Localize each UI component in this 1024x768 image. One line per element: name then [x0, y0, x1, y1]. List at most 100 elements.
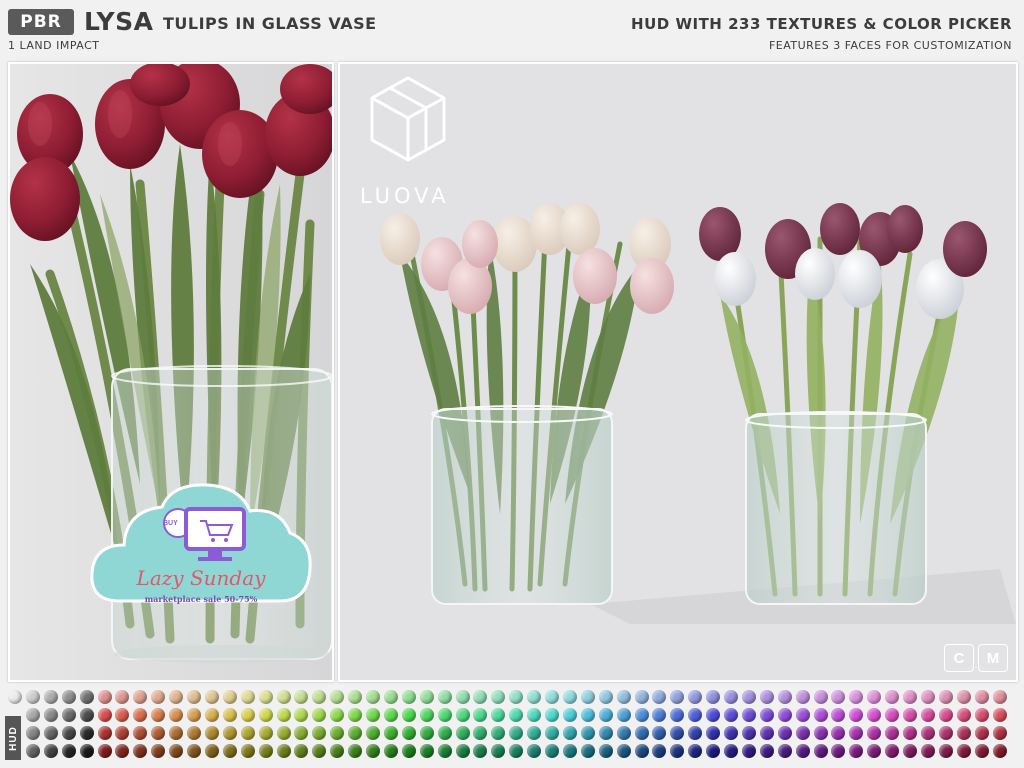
- color-swatch[interactable]: [491, 690, 506, 704]
- color-swatch[interactable]: [187, 726, 201, 740]
- color-swatch[interactable]: [867, 726, 882, 740]
- color-swatch[interactable]: [115, 726, 130, 740]
- color-swatch[interactable]: [903, 726, 917, 740]
- color-swatch[interactable]: [813, 690, 828, 704]
- color-swatch[interactable]: [330, 744, 345, 758]
- color-swatch[interactable]: [670, 726, 685, 740]
- color-swatch[interactable]: [258, 744, 273, 758]
- color-swatch[interactable]: [759, 708, 774, 722]
- color-swatch[interactable]: [759, 726, 774, 740]
- color-swatch[interactable]: [795, 726, 810, 740]
- color-swatch[interactable]: [187, 708, 201, 722]
- color-swatch[interactable]: [294, 690, 309, 704]
- color-swatch[interactable]: [634, 708, 649, 722]
- color-swatch[interactable]: [956, 726, 971, 740]
- color-swatch[interactable]: [133, 708, 148, 722]
- color-swatch[interactable]: [652, 690, 667, 704]
- color-swatch[interactable]: [849, 708, 864, 722]
- color-swatch[interactable]: [652, 744, 667, 758]
- color-swatch[interactable]: [634, 726, 649, 740]
- color-swatch[interactable]: [258, 726, 273, 740]
- color-swatch[interactable]: [706, 744, 721, 758]
- color-swatch[interactable]: [115, 744, 130, 758]
- color-swatch[interactable]: [61, 708, 76, 722]
- color-swatch[interactable]: [258, 690, 273, 704]
- color-swatch[interactable]: [634, 744, 649, 758]
- color-swatch[interactable]: [204, 744, 219, 758]
- color-swatch[interactable]: [473, 726, 488, 740]
- color-swatch[interactable]: [527, 690, 542, 704]
- color-swatch[interactable]: [204, 708, 219, 722]
- color-swatch[interactable]: [598, 726, 613, 740]
- color-swatch[interactable]: [169, 744, 184, 758]
- color-swatch[interactable]: [294, 726, 309, 740]
- color-swatch[interactable]: [509, 708, 524, 722]
- color-swatch[interactable]: [419, 726, 434, 740]
- color-swatch[interactable]: [598, 708, 613, 722]
- color-swatch[interactable]: [688, 726, 703, 740]
- color-swatch[interactable]: [491, 726, 506, 740]
- color-swatch[interactable]: [688, 690, 703, 704]
- color-swatch[interactable]: [491, 708, 506, 722]
- color-swatch[interactable]: [79, 744, 94, 758]
- color-swatch[interactable]: [151, 744, 166, 758]
- color-swatch[interactable]: [903, 708, 917, 722]
- color-swatch[interactable]: [419, 690, 434, 704]
- color-swatch[interactable]: [527, 744, 542, 758]
- color-swatch[interactable]: [616, 690, 631, 704]
- color-swatch[interactable]: [276, 726, 291, 740]
- color-swatch[interactable]: [885, 690, 900, 704]
- color-swatch[interactable]: [25, 690, 40, 704]
- color-swatch[interactable]: [419, 744, 434, 758]
- color-swatch[interactable]: [974, 708, 989, 722]
- color-swatch[interactable]: [831, 726, 846, 740]
- color-swatch[interactable]: [527, 708, 542, 722]
- color-swatch[interactable]: [616, 708, 631, 722]
- color-swatch[interactable]: [473, 708, 488, 722]
- color-swatch[interactable]: [545, 708, 559, 722]
- color-swatch[interactable]: [938, 744, 953, 758]
- color-swatch[interactable]: [938, 690, 953, 704]
- color-swatch[interactable]: [974, 726, 989, 740]
- color-swatch[interactable]: [974, 744, 989, 758]
- color-swatch[interactable]: [831, 690, 846, 704]
- color-swatch[interactable]: [670, 708, 685, 722]
- color-swatch[interactable]: [455, 708, 470, 722]
- color-swatch[interactable]: [204, 726, 219, 740]
- color-swatch[interactable]: [670, 744, 685, 758]
- color-swatch[interactable]: [240, 744, 255, 758]
- color-swatch[interactable]: [759, 744, 774, 758]
- color-swatch[interactable]: [43, 726, 58, 740]
- color-swatch[interactable]: [616, 744, 631, 758]
- color-swatch[interactable]: [348, 744, 363, 758]
- color-swatch[interactable]: [330, 690, 345, 704]
- color-swatch[interactable]: [938, 726, 953, 740]
- color-swatch[interactable]: [920, 690, 935, 704]
- color-swatch[interactable]: [509, 726, 524, 740]
- color-swatch[interactable]: [974, 690, 989, 704]
- color-swatch[interactable]: [759, 690, 774, 704]
- color-swatch[interactable]: [79, 690, 94, 704]
- color-swatch[interactable]: [992, 708, 1007, 722]
- color-swatch[interactable]: [187, 690, 201, 704]
- color-swatch[interactable]: [777, 690, 792, 704]
- color-swatch[interactable]: [240, 690, 255, 704]
- color-swatch[interactable]: [920, 726, 935, 740]
- color-swatch[interactable]: [580, 726, 595, 740]
- color-swatch[interactable]: [61, 744, 76, 758]
- color-swatch[interactable]: [437, 690, 452, 704]
- color-swatch[interactable]: [706, 726, 721, 740]
- color-swatch[interactable]: [240, 708, 255, 722]
- color-swatch[interactable]: [562, 690, 577, 704]
- color-swatch[interactable]: [276, 744, 291, 758]
- color-swatch[interactable]: [61, 726, 76, 740]
- color-swatch[interactable]: [545, 690, 559, 704]
- color-swatch[interactable]: [276, 690, 291, 704]
- color-swatch[interactable]: [25, 744, 40, 758]
- color-swatch[interactable]: [240, 726, 255, 740]
- color-swatch[interactable]: [491, 744, 506, 758]
- color-swatch[interactable]: [151, 690, 166, 704]
- color-swatch[interactable]: [366, 744, 380, 758]
- color-swatch[interactable]: [849, 690, 864, 704]
- color-swatch[interactable]: [867, 744, 882, 758]
